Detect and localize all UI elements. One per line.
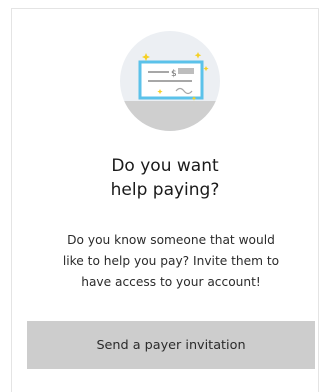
payer-invitation-card: $ Do you want help paying? Do you know s… [11,8,319,392]
card-description: Do you know someone that would like to h… [28,230,314,293]
send-payer-invitation-button[interactable]: Send a payer invitation [27,321,315,369]
card-title-line-1: Do you want [111,156,219,176]
card-title: Do you want help paying? [12,154,318,202]
check-payment-icon: $ [118,29,222,133]
card-description-line-2: like to help you pay? Invite them to [62,254,280,268]
card-description-line-3: have access to your account! [81,275,261,289]
card-title-line-2: help paying? [110,180,220,200]
check-amount-symbol: $ [171,69,177,79]
card-description-line-1: Do you know someone that would [67,233,275,247]
